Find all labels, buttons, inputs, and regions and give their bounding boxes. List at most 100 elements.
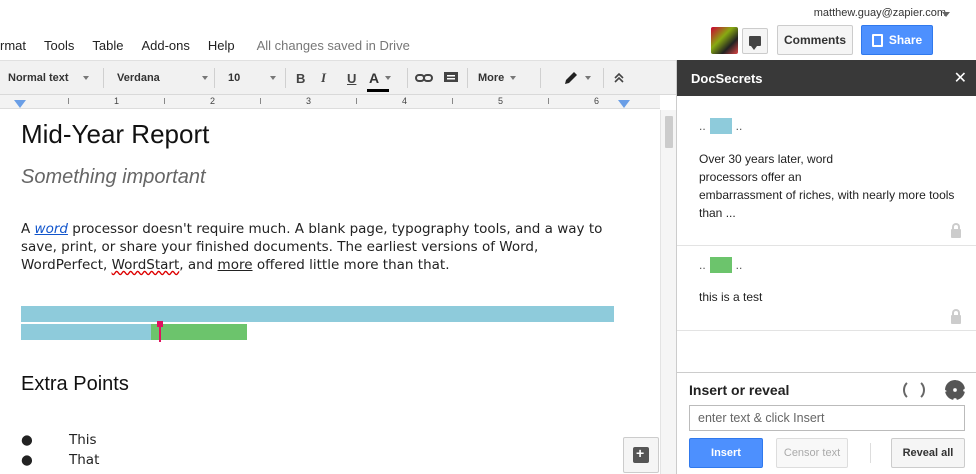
document-scrollbar[interactable] [660, 110, 676, 474]
color-swatch [709, 118, 732, 134]
doc-title[interactable]: Mid-Year Report [21, 119, 209, 150]
more-button[interactable]: More [478, 61, 517, 95]
list-item[interactable]: ● This [21, 432, 97, 448]
ruler-label: 6 [594, 96, 600, 106]
marker-dots: .. [735, 119, 743, 133]
reveal-all-button[interactable]: Reveal all [891, 438, 965, 468]
toolbar-divider [103, 68, 104, 88]
doc-heading[interactable]: Extra Points [21, 373, 129, 396]
bold-button[interactable]: B [296, 61, 305, 95]
para-text: , and [179, 257, 218, 273]
para-prefix: A [21, 221, 35, 237]
font-select[interactable]: Verdana [117, 61, 208, 95]
list-item[interactable]: ● That [21, 452, 99, 468]
explore-button[interactable] [623, 437, 659, 473]
document-page[interactable]: Mid-Year Report Something important A wo… [0, 110, 660, 474]
chat-button[interactable] [742, 28, 768, 54]
scrollbar-thumb[interactable] [665, 116, 673, 148]
menu-help[interactable]: Help [208, 38, 235, 53]
secret-marker: .. .. [699, 257, 742, 273]
marker-dots: .. [699, 258, 706, 272]
ruler[interactable]: 1 2 3 4 5 6 [0, 95, 660, 109]
hidden-secret-bar-green[interactable] [151, 324, 247, 340]
insert-comment-button[interactable] [443, 61, 459, 95]
para-text: offered little more than that. [252, 257, 450, 273]
account-email[interactable]: matthew.guay@zapier.com [814, 7, 946, 19]
list-item-text: That [69, 452, 100, 468]
top-bar: rmat Tools Table Add-ons Help All change… [0, 0, 976, 60]
bullet-icon: ● [21, 452, 33, 468]
more-label: More [478, 72, 505, 84]
gear-icon[interactable] [945, 380, 965, 400]
ruler-tick [260, 98, 261, 104]
insert-reveal-title: Insert or reveal [689, 382, 790, 398]
chevron-down-icon [82, 76, 89, 80]
menu-table[interactable]: Table [92, 38, 123, 53]
comments-button[interactable]: Comments [777, 25, 853, 55]
lock-icon[interactable] [951, 309, 961, 324]
chevron-down-icon [585, 76, 591, 80]
share-label: Share [888, 33, 923, 47]
menu-addons[interactable]: Add-ons [141, 38, 189, 53]
underline-button[interactable]: U [347, 61, 356, 95]
insert-text-input[interactable] [689, 405, 965, 431]
collaborator-cursor [157, 321, 163, 342]
ruler-tick [548, 98, 549, 104]
font-select-value: Verdana [117, 72, 160, 84]
lock-icon[interactable] [951, 223, 961, 238]
italic-button[interactable]: I [321, 61, 326, 95]
save-status[interactable]: All changes saved in Drive [257, 38, 410, 53]
ruler-label: 4 [402, 96, 408, 106]
ruler-label: 1 [114, 96, 120, 106]
insert-button[interactable]: Insert [689, 438, 763, 468]
chevron-down-icon [201, 76, 208, 80]
chat-icon [749, 36, 761, 50]
censor-text-button[interactable]: Censor text [776, 438, 848, 468]
font-size-value: 10 [228, 72, 241, 84]
chevron-down-icon [510, 76, 517, 80]
insert-reveal-section: Insert or reveal Insert Censor text Reve… [677, 372, 976, 474]
text-color-button[interactable]: A [367, 61, 392, 95]
secret-item[interactable]: .. .. this is a test [677, 246, 976, 331]
secret-item[interactable]: .. .. Over 30 years later, word processo… [677, 96, 976, 246]
formatting-toolbar: Normal text Verdana 10 B I U A More [0, 60, 676, 95]
doc-paragraph[interactable]: A word processor doesn't require much. A… [21, 220, 621, 274]
word-link[interactable]: word [35, 221, 68, 237]
ruler-tick [452, 98, 453, 104]
style-select[interactable]: Normal text [8, 61, 89, 95]
toolbar-divider [467, 68, 468, 88]
hidden-secret-bar[interactable] [21, 306, 614, 322]
editing-mode-button[interactable] [563, 61, 591, 95]
right-indent-marker[interactable] [618, 100, 630, 108]
avatar[interactable] [711, 27, 738, 54]
explore-icon [633, 445, 649, 463]
ruler-tick [164, 98, 165, 104]
close-icon[interactable]: ✕ [954, 68, 967, 88]
ruler-label: 3 [306, 96, 312, 106]
hidden-secret-bar[interactable] [21, 324, 151, 340]
refresh-icon[interactable] [903, 379, 925, 401]
insert-link-button[interactable] [415, 61, 433, 95]
secret-text: Over 30 years later, word processors off… [699, 152, 955, 220]
toolbar-divider [603, 68, 604, 88]
docsecrets-panel: DocSecrets ✕ .. .. Over 30 years later, … [676, 60, 976, 474]
left-indent-marker[interactable] [14, 100, 26, 108]
marker-dots: .. [735, 258, 743, 272]
share-icon [871, 33, 883, 47]
menu-tools[interactable]: Tools [44, 38, 74, 53]
share-button[interactable]: Share [861, 25, 933, 55]
doc-subtitle[interactable]: Something important [21, 166, 206, 189]
misspelled-word[interactable]: WordStart [112, 257, 180, 273]
collapse-toolbar-button[interactable] [612, 61, 626, 95]
button-divider [870, 443, 871, 463]
font-size-select[interactable]: 10 [228, 61, 277, 95]
comment-icon [444, 72, 458, 82]
toolbar-divider [285, 68, 286, 88]
menu-bar: rmat Tools Table Add-ons Help All change… [0, 35, 410, 55]
panel-header: DocSecrets ✕ [677, 60, 976, 96]
double-chevron-up-icon [614, 72, 624, 83]
ruler-label: 5 [498, 96, 504, 106]
account-caret-icon[interactable] [942, 12, 950, 17]
menu-format[interactable]: rmat [0, 38, 26, 53]
list-item-text: This [69, 432, 97, 448]
